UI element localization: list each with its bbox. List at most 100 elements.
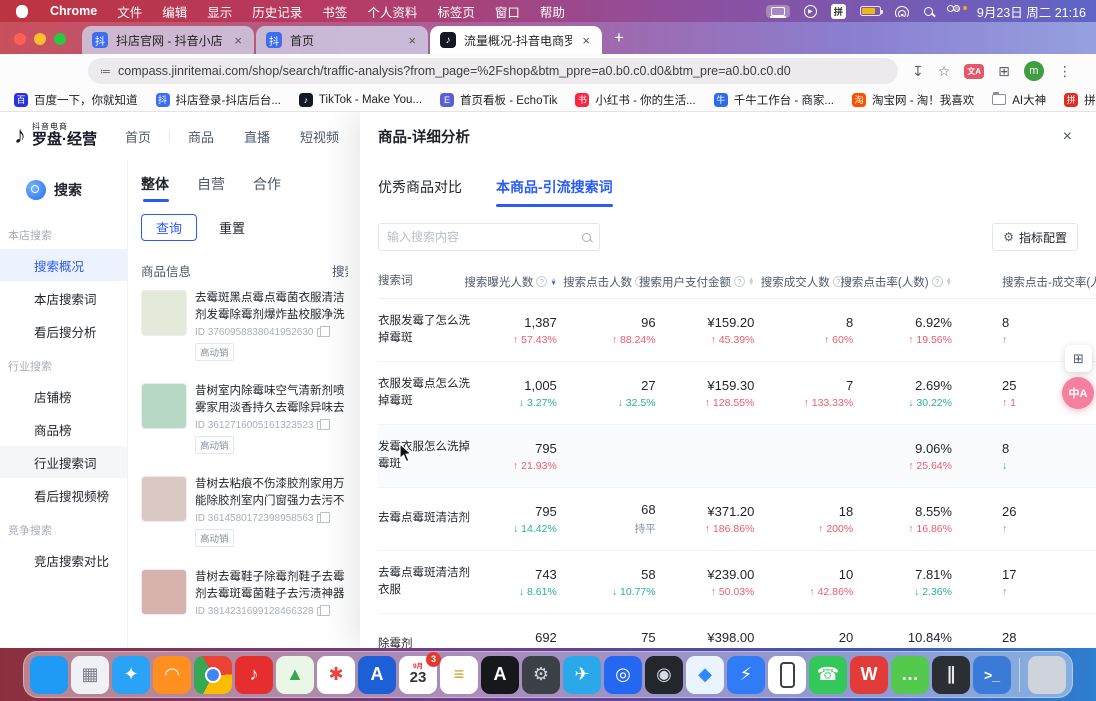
new-tab-button[interactable]: + (614, 28, 624, 48)
dock-quark-icon[interactable]: ◎ (604, 656, 642, 694)
search-icon[interactable] (582, 233, 591, 242)
send-to-device-icon[interactable]: ↧ (912, 63, 924, 80)
sidebar-item-2[interactable]: 本店搜索词 (0, 282, 127, 314)
dock-maps-icon[interactable]: ▲ (276, 656, 314, 694)
product-card-2[interactable]: 昔树去粘痕不伤漆胶剂家用万能除胶剂室内门窗强力去污不干...ID 3614580… (141, 476, 352, 547)
copy-icon[interactable] (317, 328, 325, 337)
reset-button[interactable]: 重置 (219, 218, 245, 237)
bookmark-1[interactable]: 抖抖店登录-抖店后台... (156, 92, 281, 108)
scope-tab-0[interactable]: 整体 (141, 174, 169, 202)
sort-carets[interactable]: ▲▼ (748, 278, 754, 285)
sort-down-caret[interactable]: ▼ (748, 282, 754, 286)
dock-kite-icon[interactable]: ◆ (686, 656, 724, 694)
sort-carets[interactable]: ▲▼ (946, 278, 952, 285)
sidebar-item-3[interactable]: 看后搜分析 (0, 315, 127, 347)
bookmark-6[interactable]: 淘淘宝网 - 淘！我喜欢 (852, 92, 974, 108)
modal-tab-0[interactable]: 优秀商品对比 (378, 177, 462, 207)
tab-close-icon[interactable]: × (580, 33, 592, 48)
site-nav-0[interactable]: 首页 (125, 127, 151, 146)
dock-system-settings-icon[interactable]: ⚙ (522, 656, 560, 694)
url-text[interactable]: compass.jinritemai.com/shop/search/traff… (118, 64, 791, 78)
browser-tab-0[interactable]: 抖抖店官网 - 抖音小店，抖音电...× (82, 26, 254, 54)
profile-avatar[interactable]: m (1024, 61, 1044, 81)
help-icon[interactable]: ? (536, 276, 547, 287)
bookmark-2[interactable]: ♪TikTok - Make You... (299, 93, 422, 107)
query-button[interactable]: 查询 (141, 214, 197, 241)
dock-thunder-icon[interactable]: ⚡ (727, 656, 765, 694)
bookmark-0[interactable]: 百百度一下，你就知道 (14, 92, 138, 108)
sidebar-item-1[interactable]: 搜索概况 (0, 249, 127, 281)
spotlight-search-icon[interactable] (924, 7, 933, 16)
bookmark-5[interactable]: 牛千牛工作台 - 商家... (714, 92, 834, 108)
dock-calendar-icon[interactable]: 9月233 (399, 656, 437, 694)
sidebar-item-5[interactable]: 店铺榜 (0, 380, 127, 412)
menu-item-7[interactable]: 标签页 (427, 0, 485, 22)
sort-down-caret[interactable]: ▼ (946, 282, 952, 286)
sort-down-caret[interactable]: ▼ (550, 282, 556, 286)
translate-icon[interactable]: 文A (964, 64, 984, 79)
dock-wps-icon[interactable]: W (850, 656, 888, 694)
play-circle-icon[interactable]: ▶ (804, 5, 817, 18)
floating-translate-button[interactable]: 中A (1062, 377, 1094, 409)
bookmark-8[interactable]: 拼拼多多 商家后台 (1064, 92, 1096, 108)
help-icon[interactable]: ? (734, 276, 745, 287)
column-header-3[interactable]: 搜索用户支付金额?▲▼ (676, 274, 775, 290)
menu-item-9[interactable]: 帮助 (530, 0, 575, 22)
sort-carets[interactable]: ▲▼ (550, 278, 556, 285)
dock-terminal-blue-icon[interactable]: >_ (973, 656, 1011, 694)
dock-chrome-icon[interactable] (194, 656, 232, 694)
product-card-3[interactable]: 昔树去霉鞋子除霉剂鞋子去霉剂去霉斑霉菌鞋子去污渍神器清...ID 3814231… (141, 569, 352, 617)
close-window-button[interactable] (14, 33, 26, 45)
copy-icon[interactable] (317, 514, 325, 523)
menu-item-5[interactable]: 书签 (312, 0, 357, 22)
bookmark-7[interactable]: AI大神 (992, 92, 1046, 108)
site-nav-3[interactable]: 短视频 (300, 127, 339, 146)
dock-messages-green-icon[interactable]: … (891, 656, 929, 694)
keyword-search-box[interactable] (378, 223, 600, 251)
floating-grid-button[interactable]: ⊞ (1065, 345, 1092, 372)
metric-config-button[interactable]: ⚙ 指标配置 (992, 223, 1078, 251)
menu-item-8[interactable]: 窗口 (485, 0, 530, 22)
help-icon[interactable]: ? (932, 276, 943, 287)
battery-icon[interactable] (860, 6, 881, 16)
sidebar-item-8[interactable]: 看后搜视频榜 (0, 479, 127, 511)
browser-tab-2[interactable]: ♪流量概况-抖音电商罗盘× (430, 26, 602, 54)
site-nav-2[interactable]: 直播 (244, 127, 270, 146)
product-card-1[interactable]: 昔树室内除霉味空气清新剂喷雾家用淡香持久去霉除异味去味...ID 3612716… (141, 383, 352, 454)
site-nav-1[interactable]: 商品 (188, 127, 214, 146)
menu-item-4[interactable]: 历史记录 (242, 0, 312, 22)
wifi-icon[interactable] (895, 6, 910, 17)
dock-parallels-icon[interactable]: ∥ (932, 656, 970, 694)
sidebar-item-7[interactable]: 行业搜索词 (0, 446, 127, 478)
menubar-clock[interactable]: 9月23日 周二 21:16 (977, 2, 1086, 21)
column-header-6[interactable]: 搜索点击-成交率(人数) (972, 274, 1096, 290)
product-card-0[interactable]: 去霉斑黑点霉点霉菌衣服清洁剂发霉除霉剂爆炸盐校服净洗衣...ID 3760958… (141, 290, 352, 361)
keyword-search-input[interactable] (387, 230, 582, 244)
menu-item-0[interactable]: Chrome (40, 0, 107, 22)
bookmark-4[interactable]: 书小红书 - 你的生活... (575, 92, 695, 108)
tab-close-icon[interactable]: × (232, 33, 244, 48)
menu-dots-icon[interactable]: ⋮ (1058, 63, 1072, 80)
dock-finder-icon[interactable] (30, 656, 68, 694)
bookmark-star-icon[interactable]: ☆ (938, 63, 951, 80)
dock-firefox-icon[interactable]: ◠ (153, 656, 191, 694)
input-method-icon[interactable]: 拼 (831, 4, 846, 19)
dock-obs-icon[interactable]: ◉ (645, 656, 683, 694)
tab-close-icon[interactable]: × (406, 33, 418, 48)
url-bar[interactable]: ≔ compass.jinritemai.com/shop/search/tra… (88, 58, 898, 84)
screen-mirroring-icon[interactable] (766, 5, 790, 18)
menu-item-2[interactable]: 编辑 (152, 0, 197, 22)
menu-item-6[interactable]: 个人资料 (357, 0, 427, 22)
dock-app-blue-a-icon[interactable]: A (358, 656, 396, 694)
bookmark-3[interactable]: E首页看板 - EchoTik (440, 92, 557, 108)
sidebar-item-10[interactable]: 竞店搜索对比 (0, 544, 127, 576)
column-header-1[interactable]: 搜索曝光人数?▲▼ (478, 274, 577, 290)
site-logo[interactable]: ♪ 抖音电商 罗盘·经营 (14, 122, 97, 150)
sidebar-item-6[interactable]: 商品榜 (0, 413, 127, 445)
dock-photos-icon[interactable]: ✱ (317, 656, 355, 694)
dock-launchpad-icon[interactable]: ▦ (71, 656, 109, 694)
scope-tab-2[interactable]: 合作 (253, 174, 281, 202)
dock-app-dark-a-icon[interactable]: A (481, 656, 519, 694)
maximize-window-button[interactable] (54, 33, 66, 45)
extensions-icon[interactable]: ⊞ (998, 63, 1010, 80)
